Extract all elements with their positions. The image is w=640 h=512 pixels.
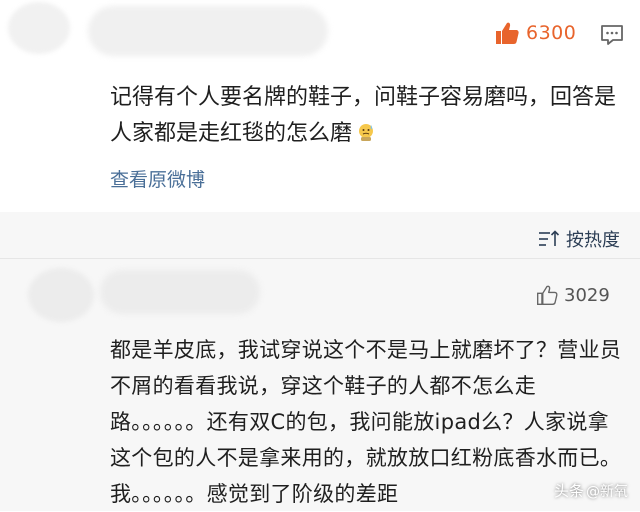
comment-icon[interactable]: [600, 24, 624, 46]
cold-sweat-emoji-icon: [359, 124, 374, 141]
sort-by-heat-button[interactable]: 按热度: [538, 226, 620, 252]
divider: [0, 258, 640, 259]
like-count: 3029: [564, 284, 610, 306]
avatar[interactable]: [28, 268, 94, 322]
thumbs-up-outline-icon: [537, 285, 558, 305]
comment-text: 都是羊皮底，我试穿说这个不是马上就磨坏了？营业员不屑的看看我说，穿这个鞋子的人都…: [110, 338, 622, 506]
like-count: 6300: [526, 22, 577, 44]
comment-text: 记得有个人要名牌的鞋子，问鞋子容易磨吗，回答是人家都是走红毯的怎么磨: [110, 80, 620, 152]
comment-card-top: 6300 记得有个人要名牌的鞋子，问鞋子容易磨吗，回答是人家都是走红毯的怎么磨 …: [0, 0, 640, 212]
view-original-link[interactable]: 查看原微博: [110, 165, 205, 192]
thumbs-up-icon: [496, 22, 519, 44]
like-button[interactable]: 3029: [536, 284, 610, 306]
watermark: 头条 @新氧: [554, 480, 628, 501]
sort-icon: [539, 230, 560, 246]
watermark-author: @新氧: [586, 483, 628, 500]
like-button[interactable]: 6300: [494, 20, 576, 46]
avatar[interactable]: [8, 2, 70, 54]
watermark-prefix: 头条: [553, 482, 584, 500]
sort-label: 按热度: [566, 230, 620, 251]
username-blurred[interactable]: [88, 6, 328, 56]
username-blurred[interactable]: [100, 270, 260, 314]
